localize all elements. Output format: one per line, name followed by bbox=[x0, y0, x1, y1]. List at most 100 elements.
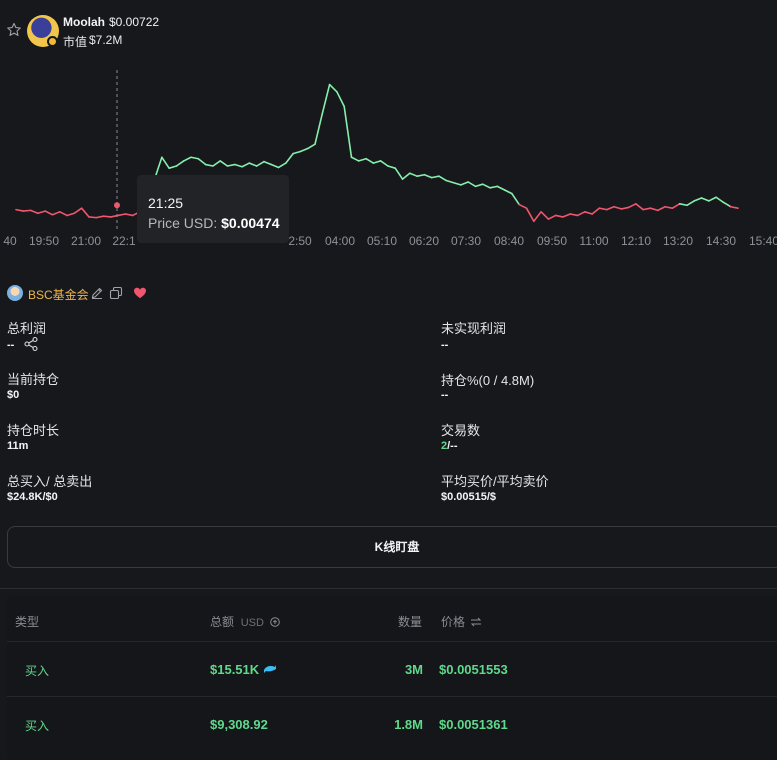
header-price[interactable]: 价格 bbox=[441, 613, 482, 630]
price-line-segment bbox=[613, 205, 623, 210]
price-line-segment bbox=[248, 162, 258, 167]
header-amount[interactable]: 总额 USD bbox=[210, 613, 281, 630]
series-layer bbox=[15, 83, 739, 223]
price-line-segment bbox=[263, 160, 273, 166]
price-line-segment bbox=[503, 189, 513, 195]
price-line-segment bbox=[204, 163, 214, 167]
x-tick-label: 06:20 bbox=[409, 234, 439, 248]
price-line-segment bbox=[190, 156, 200, 160]
x-tick-label: 19:50 bbox=[29, 234, 59, 248]
price-line-segment bbox=[394, 167, 404, 180]
price-line-segment bbox=[460, 181, 469, 186]
price-line-segment bbox=[481, 183, 491, 189]
header-price-label: 价格 bbox=[441, 615, 466, 629]
avg-price-value: $0.00515/$ bbox=[441, 491, 497, 503]
tooltip-time: 21:25 bbox=[148, 195, 184, 211]
market-cap-value: $7.2M bbox=[89, 33, 123, 47]
current-holding-label: 当前持仓 bbox=[7, 372, 60, 387]
price-line-segment bbox=[350, 156, 360, 162]
trades-table: 类型 总额 USD 数量 价格 买入 $15.51K 3M $0.0051553… bbox=[7, 596, 777, 760]
refresh-icon[interactable] bbox=[269, 616, 281, 628]
edit-icon[interactable] bbox=[90, 286, 104, 300]
price-line-segment bbox=[95, 215, 105, 219]
x-axis-labels: 40 19:50 21:00 22:1 2:50 04:00 05:10 06:20 07:30… bbox=[3, 234, 777, 248]
price-line-segment bbox=[584, 211, 593, 215]
x-tick-label: 08:40 bbox=[494, 234, 524, 248]
header-amount-label: 总额 bbox=[210, 615, 235, 629]
x-tick-label: 09:50 bbox=[537, 234, 567, 248]
trade-type: 买入 bbox=[25, 719, 50, 733]
current-holding-value: $0 bbox=[7, 389, 20, 401]
hover-point bbox=[114, 202, 120, 209]
header-type: 类型 bbox=[15, 615, 40, 629]
price-line-segment bbox=[15, 208, 25, 212]
trades-rest: /-- bbox=[447, 440, 458, 452]
price-line-segment bbox=[591, 207, 601, 215]
price-line-segment bbox=[496, 185, 506, 191]
price-line-segment bbox=[175, 160, 185, 167]
price-line-segment bbox=[73, 207, 83, 215]
price-line-segment bbox=[37, 210, 46, 215]
price-line-segment bbox=[635, 203, 644, 211]
price-line-segment bbox=[511, 192, 521, 206]
table-row[interactable]: 买入 $15.51K 3M $0.0051553 bbox=[7, 641, 777, 696]
price-line-segment bbox=[321, 83, 331, 115]
trade-type: 买入 bbox=[25, 664, 50, 678]
x-tick-label: 22:1 bbox=[112, 234, 136, 248]
x-tick-label: 40 bbox=[3, 234, 17, 248]
price-line-segment bbox=[605, 205, 615, 211]
price-line-segment bbox=[387, 165, 397, 169]
token-price: $0.00722 bbox=[109, 15, 160, 29]
trade-qty: 3M bbox=[404, 662, 423, 677]
token-name: Moolah bbox=[63, 15, 105, 29]
price-line-segment bbox=[423, 173, 433, 179]
price-line-segment bbox=[277, 162, 287, 169]
x-tick-label: 13:20 bbox=[663, 234, 693, 248]
swap-icon[interactable] bbox=[470, 617, 482, 627]
copy-icon[interactable] bbox=[109, 286, 123, 300]
kline-watch-button[interactable]: K线盯盘 bbox=[7, 526, 777, 568]
price-line-segment bbox=[598, 207, 608, 211]
share-icon[interactable] bbox=[23, 336, 39, 352]
price-chart[interactable]: 40 19:50 21:00 22:1 2:50 04:00 05:10 06:20 07:30… bbox=[0, 60, 777, 260]
price-line-segment bbox=[722, 201, 732, 208]
price-line-segment bbox=[569, 213, 579, 217]
price-line-segment bbox=[700, 197, 710, 202]
price-line-segment bbox=[430, 175, 440, 179]
header-qty: 数量 bbox=[398, 615, 423, 629]
holding-duration-value: 11m bbox=[7, 440, 29, 452]
price-line-segment bbox=[241, 162, 251, 168]
token-header: Moolah $0.00722 市值 $7.2M bbox=[0, 0, 777, 60]
price-line-segment bbox=[117, 213, 127, 217]
tooltip-price-label: Price USD: bbox=[148, 215, 218, 231]
unrealized-profit-value: -- bbox=[441, 339, 449, 351]
trade-price: $0.0051361 bbox=[439, 717, 508, 732]
star-icon[interactable] bbox=[6, 22, 22, 38]
x-tick-label: 14:30 bbox=[706, 234, 736, 248]
unrealized-profit-label: 未实现利润 bbox=[441, 321, 507, 336]
price-line-segment bbox=[532, 211, 542, 223]
heart-icon[interactable] bbox=[133, 286, 147, 300]
price-line-segment bbox=[540, 211, 550, 220]
price-line-segment bbox=[357, 157, 367, 162]
price-line-segment bbox=[452, 181, 462, 186]
price-line-segment bbox=[314, 112, 324, 145]
price-line-segment bbox=[51, 211, 61, 216]
price-line-segment bbox=[401, 172, 411, 180]
price-line-segment bbox=[161, 156, 170, 169]
table-row[interactable]: 买入 $9,308.92 1.8M $0.0051361 bbox=[7, 696, 777, 751]
price-line-segment bbox=[686, 200, 696, 207]
price-line-segment bbox=[270, 163, 280, 169]
price-line-segment bbox=[467, 181, 477, 188]
x-tick-label: 21:00 bbox=[71, 234, 101, 248]
price-line-segment bbox=[627, 203, 637, 209]
wallet-name[interactable]: BSC基金会 bbox=[28, 286, 89, 303]
price-line-segment bbox=[547, 214, 557, 220]
price-line-segment bbox=[22, 209, 32, 212]
price-line-segment bbox=[656, 205, 666, 212]
x-tick-label: 07:30 bbox=[451, 234, 481, 248]
price-line-segment bbox=[219, 160, 229, 167]
price-line-segment bbox=[88, 216, 98, 219]
price-line-segment bbox=[182, 156, 192, 162]
price-line-segment bbox=[255, 160, 265, 167]
